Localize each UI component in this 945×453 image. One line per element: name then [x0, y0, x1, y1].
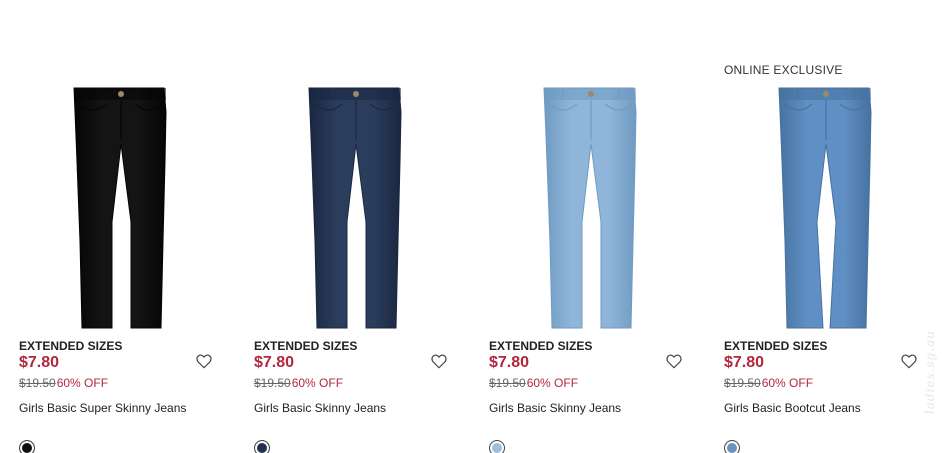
price-details: $19.5060% OFF — [254, 376, 343, 390]
product-image[interactable] — [19, 82, 224, 332]
color-swatch[interactable] — [724, 440, 740, 453]
extended-sizes-tag: EXTENDED SIZES — [489, 339, 593, 353]
heart-outline-icon — [666, 354, 682, 369]
original-price: $19.50 — [19, 376, 56, 390]
discount-label: 60% OFF — [526, 376, 579, 390]
sale-price: $7.80 — [254, 354, 295, 371]
heart-outline-icon — [431, 354, 447, 369]
product-image[interactable] — [254, 82, 459, 332]
heart-outline-icon[interactable] — [900, 352, 918, 370]
product-card[interactable]: ONLINE EXCLUSIVE EXTENDED SIZES $7.80 $1… — [724, 0, 929, 453]
extended-sizes-tag: EXTENDED SIZES — [19, 339, 123, 353]
product-name[interactable]: Girls Basic Skinny Jeans — [254, 401, 386, 415]
product-grid: EXTENDED SIZES $7.80 $19.5060% OFF Girls… — [0, 0, 945, 453]
watermark: ladies.sg.au — [923, 330, 937, 415]
heart-outline-icon — [901, 354, 917, 369]
sale-price: $7.80 — [489, 354, 530, 371]
product-card[interactable]: EXTENDED SIZES $7.80 $19.5060% OFF Girls… — [19, 0, 224, 453]
original-price: $19.50 — [254, 376, 291, 390]
jeans-image — [73, 87, 167, 329]
color-swatch[interactable] — [254, 440, 270, 453]
jeans-image — [308, 87, 402, 329]
discount-label: 60% OFF — [56, 376, 109, 390]
heart-outline-icon[interactable] — [195, 352, 213, 370]
discount-label: 60% OFF — [761, 376, 814, 390]
product-image[interactable] — [724, 82, 929, 332]
product-name[interactable]: Girls Basic Bootcut Jeans — [724, 401, 861, 415]
product-card[interactable]: EXTENDED SIZES $7.80 $19.5060% OFF Girls… — [489, 0, 694, 453]
product-name[interactable]: Girls Basic Super Skinny Jeans — [19, 401, 186, 415]
extended-sizes-tag: EXTENDED SIZES — [254, 339, 358, 353]
product-name[interactable]: Girls Basic Skinny Jeans — [489, 401, 621, 415]
heart-outline-icon[interactable] — [665, 352, 683, 370]
product-card[interactable]: EXTENDED SIZES $7.80 $19.5060% OFF Girls… — [254, 0, 459, 453]
price-details: $19.5060% OFF — [724, 376, 813, 390]
discount-label: 60% OFF — [291, 376, 344, 390]
original-price: $19.50 — [489, 376, 526, 390]
color-swatch[interactable] — [489, 440, 505, 453]
extended-sizes-tag: EXTENDED SIZES — [724, 339, 828, 353]
heart-outline-icon[interactable] — [430, 352, 448, 370]
jeans-image — [778, 87, 872, 329]
price-details: $19.5060% OFF — [489, 376, 578, 390]
sale-price: $7.80 — [19, 354, 60, 371]
jeans-image — [543, 87, 637, 329]
online-exclusive-badge: ONLINE EXCLUSIVE — [724, 63, 843, 77]
sale-price: $7.80 — [724, 354, 765, 371]
color-swatch[interactable] — [19, 440, 35, 453]
original-price: $19.50 — [724, 376, 761, 390]
heart-outline-icon — [196, 354, 212, 369]
product-image[interactable] — [489, 82, 694, 332]
price-details: $19.5060% OFF — [19, 376, 108, 390]
